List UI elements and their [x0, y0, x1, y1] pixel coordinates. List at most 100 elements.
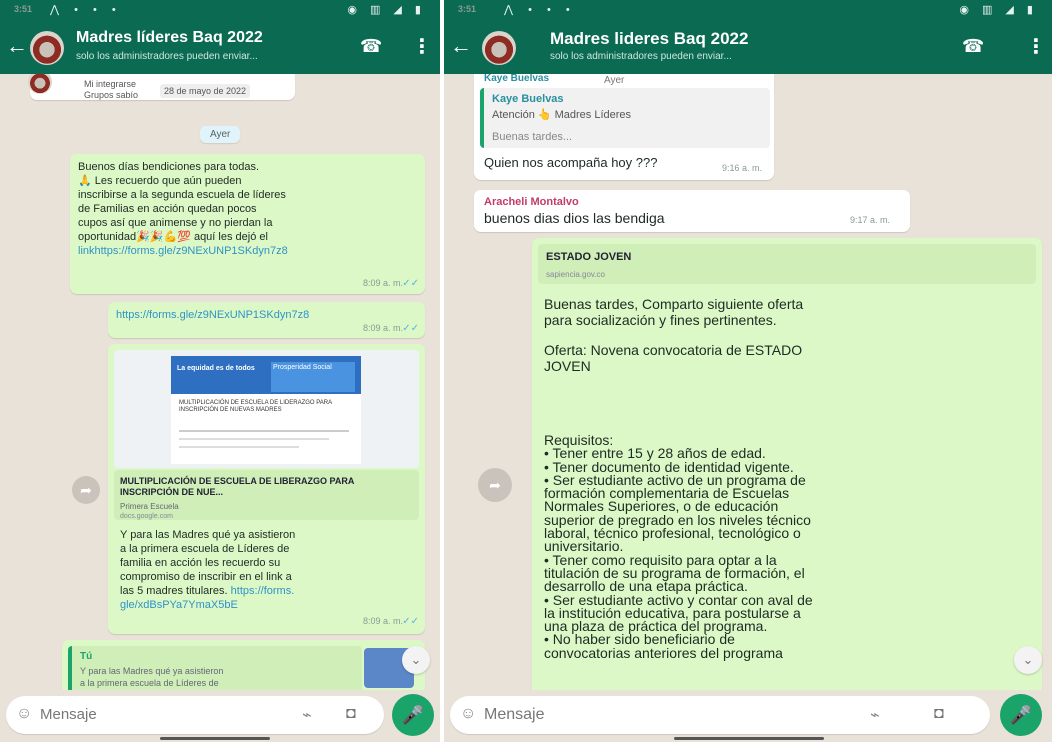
preview-rule — [179, 430, 349, 432]
emoji-icon[interactable]: ☺ — [16, 705, 32, 723]
scroll-down-icon[interactable]: ⌄ — [402, 646, 430, 674]
message-bubble[interactable]: Buenos días bendiciones para todas. 🙏 Le… — [70, 154, 425, 294]
message-list[interactable]: Kaye Buelvas Ayer Kaye Buelvas Atención … — [444, 74, 1052, 690]
link-domain: sapiencia.gov.co — [546, 270, 605, 279]
signal-battery-icons: ◉ ▥ ◢ ▮ — [347, 4, 426, 16]
message-author: Kaye Buelvas — [484, 74, 550, 84]
mic-button[interactable]: 🎤 — [392, 694, 434, 736]
message-bubble[interactable]: Tú Y para las Madres qué ya asistieron a… — [62, 640, 425, 690]
link-preview-image[interactable]: La equidad es de todos Prosperidad Socia… — [114, 350, 419, 468]
link-preview-meta[interactable]: MULTIPLICACIÓN DE ESCUELA DE LIBERAZGO P… — [114, 470, 419, 520]
notice-date-chip: 28 de mayo de 2022 — [160, 84, 251, 98]
read-ticks-icon: ✓✓ — [402, 323, 419, 334]
message-time: 8:09 a. m. — [362, 616, 403, 626]
message-bubble[interactable]: Kaye Buelvas Ayer Kaye Buelvas Atención … — [474, 74, 774, 180]
message-line: para socialización y fines pertinentes. — [544, 312, 777, 328]
left-screen: 3:51 ⋀ • • • ◉ ▥ ◢ ▮ ← Madres líderes Ba… — [0, 0, 440, 742]
message-link[interactable]: gle/xdBsPYa7YmaX5bE — [120, 598, 420, 612]
notice-avatar — [28, 74, 52, 94]
camera-icon[interactable]: ◘ — [346, 705, 356, 723]
status-bar: 3:51 ⋀ • • • ◉ ▥ ◢ ▮ — [0, 0, 440, 22]
scroll-down-icon[interactable]: ⌄ — [1014, 646, 1042, 674]
date-chip: Ayer — [604, 75, 625, 86]
home-indicator — [674, 737, 824, 740]
status-time: 3:51 — [14, 4, 33, 14]
more-options-icon[interactable]: ⋮ — [1026, 34, 1046, 59]
message-text: buenos dias dios las bendiga — [484, 210, 665, 226]
chat-header[interactable]: ← Madres lideres Baq 2022 solo los admin… — [444, 22, 1052, 74]
link-domain: docs.google.com — [120, 513, 173, 520]
message-line: familia en acción les recuerdo su — [120, 557, 281, 569]
group-avatar[interactable] — [482, 31, 516, 65]
date-chip: Ayer — [200, 126, 241, 143]
link-preview-meta[interactable]: ESTADO JOVEN sapiencia.gov.co — [538, 244, 1036, 284]
right-screen: 3:51 ⋀ • • • ◉ ▥ ◢ ▮ ← Madres lideres Ba… — [444, 0, 1052, 742]
preview-badge: Prosperidad Social — [271, 362, 355, 392]
message-time: 8:09 a. m. — [362, 323, 403, 333]
quoted-reply[interactable]: Tú Y para las Madres qué ya asistieron a… — [68, 646, 362, 690]
message-line: Oferta: Novena convocatoria de ESTADO — [544, 342, 803, 358]
quoted-reply[interactable]: Kaye Buelvas Atención 👆 Madres Líderes B… — [480, 88, 770, 148]
message-link[interactable]: https://forms. — [231, 585, 295, 597]
preview-title: La equidad es de todos — [177, 365, 255, 372]
message-text: Buenas tardes, Comparto siguiente oferta… — [544, 296, 1034, 660]
message-bubble[interactable]: La equidad es de todos Prosperidad Socia… — [108, 344, 425, 634]
forward-icon[interactable]: ➦ — [72, 476, 100, 504]
message-input[interactable]: ☺ Mensaje ⌁ ◘ — [6, 696, 384, 734]
read-ticks-icon: ✓✓ — [402, 616, 419, 627]
message-bubble[interactable]: ESTADO JOVEN sapiencia.gov.co Buenas tar… — [532, 238, 1042, 690]
composer-bar: ☺ Mensaje ⌁ ◘ 🎤 — [0, 690, 440, 742]
message-time: 9:17 a. m. — [849, 215, 890, 225]
attach-icon[interactable]: ⌁ — [870, 705, 880, 725]
message-time: 9:16 a. m. — [721, 163, 762, 173]
message-placeholder: Mensaje — [40, 706, 97, 723]
home-indicator — [160, 737, 270, 740]
notice-line2: Grupos sabío — [84, 90, 139, 100]
link-title: MULTIPLICACIÓN DE ESCUELA DE LIBERAZGO P… — [120, 476, 354, 497]
add-call-icon[interactable]: ☎ — [962, 36, 984, 57]
quote-line: a la primera escuela de Líderes de — [80, 678, 219, 688]
chat-header[interactable]: ← Madres líderes Baq 2022 solo los admin… — [0, 22, 440, 74]
composer-bar: ☺ Mensaje ⌁ ◘ 🎤 — [444, 690, 1052, 742]
notification-icons: ⋀ • • • — [50, 4, 122, 16]
more-options-icon[interactable]: ⋮ — [412, 34, 432, 59]
signal-battery-icons: ◉ ▥ ◢ ▮ — [959, 4, 1038, 16]
message-line: de Familias en acción quedan pocos — [78, 203, 257, 215]
message-line: oportunidad🎉🎉💪💯 aquí les dejó el — [78, 231, 268, 243]
message-link[interactable]: https://forms.gle/z9NExUNP1SKdyn7z8 — [116, 308, 309, 322]
back-arrow-icon[interactable]: ← — [6, 35, 28, 57]
add-call-icon[interactable]: ☎ — [360, 36, 382, 57]
group-subtitle: solo los administradores pueden enviar..… — [550, 51, 732, 62]
message-placeholder: Mensaje — [484, 706, 545, 723]
forward-icon[interactable]: ➦ — [478, 468, 512, 502]
message-text: Buenos días bendiciones para todas. 🙏 Le… — [78, 160, 423, 258]
group-avatar[interactable] — [30, 31, 64, 65]
message-line: las 5 madres titulares. — [120, 585, 228, 597]
message-line: a la primera escuela de Líderes de — [120, 543, 290, 555]
message-bubble[interactable]: https://forms.gle/z9NExUNP1SKdyn7z8 8:09… — [108, 302, 425, 338]
group-title: Madres lideres Baq 2022 — [550, 29, 749, 48]
system-notice: Mi integrarse Grupos sabío 28 de mayo de… — [28, 74, 295, 100]
message-line: 🙏 Les recuerdo que aún pueden — [78, 175, 242, 187]
notification-icons: ⋀ • • • — [504, 4, 576, 16]
message-link[interactable]: linkhttps://forms.gle/z9NExUNP1SKdyn7z8 — [78, 244, 423, 258]
message-line: convocatorias anteriores del programa — [544, 644, 783, 661]
message-input[interactable]: ☺ Mensaje ⌁ ◘ — [450, 696, 990, 734]
status-time: 3:51 — [458, 4, 477, 14]
back-arrow-icon[interactable]: ← — [450, 35, 472, 57]
message-time: 8:09 a. m. — [362, 278, 403, 288]
message-bubble[interactable]: Aracheli Montalvo buenos dias dios las b… — [474, 190, 910, 232]
preview-doc-text: MULTIPLICACIÓN DE ESCUELA DE LIDERAZGO P… — [179, 400, 332, 413]
quote-author: Tú — [80, 651, 93, 662]
message-list[interactable]: Mi integrarse Grupos sabío 28 de mayo de… — [0, 74, 440, 690]
emoji-icon[interactable]: ☺ — [460, 705, 476, 723]
message-text: Y para las Madres qué ya asistieron a la… — [120, 528, 420, 612]
message-author: Aracheli Montalvo — [484, 196, 579, 208]
group-title: Madres líderes Baq 2022 — [76, 29, 263, 46]
mic-button[interactable]: 🎤 — [1000, 694, 1042, 736]
message-line: Buenos días bendiciones para todas. — [78, 161, 260, 173]
message-line: Y para las Madres qué ya asistieron — [120, 529, 296, 541]
camera-icon[interactable]: ◘ — [934, 705, 944, 723]
preview-banner: La equidad es de todos Prosperidad Socia… — [171, 356, 361, 394]
attach-icon[interactable]: ⌁ — [302, 705, 312, 725]
